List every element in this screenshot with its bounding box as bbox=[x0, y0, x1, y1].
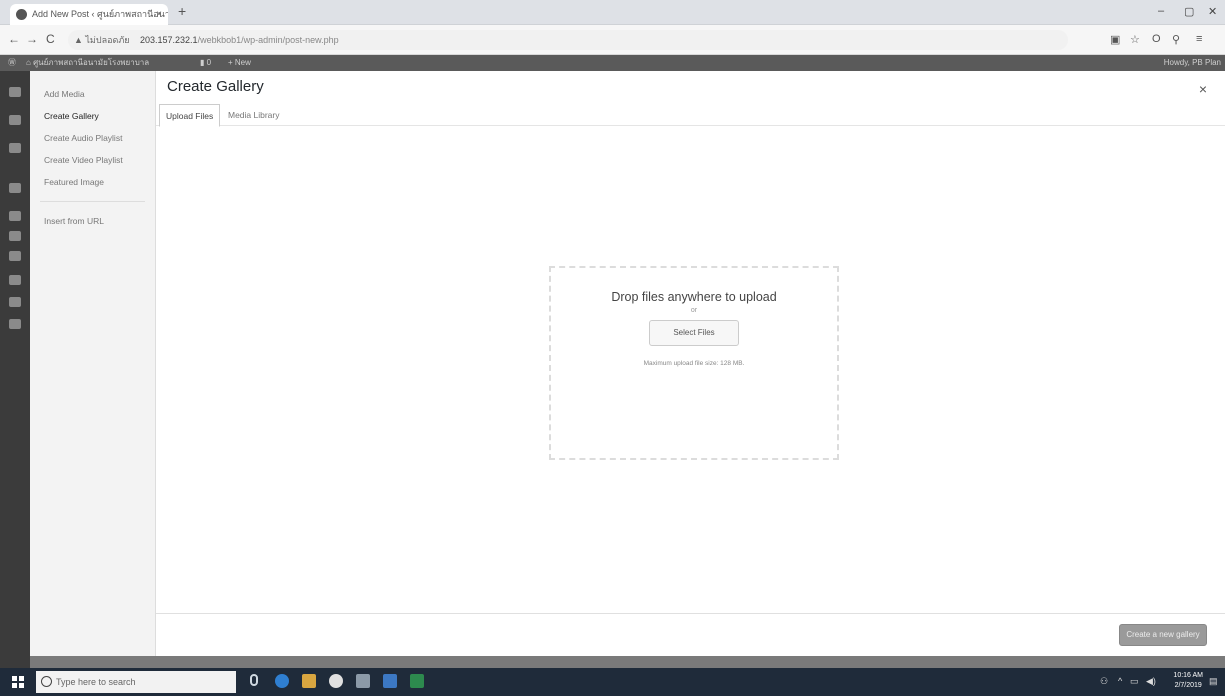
menu-item-add-media[interactable]: Add Media bbox=[30, 83, 155, 105]
wordpress-logo-icon[interactable]: Ⓦ bbox=[8, 55, 16, 71]
windows-taskbar: Type here to search ⚇ ^ ▭ ◀) 10:16 AM 2/… bbox=[0, 668, 1225, 696]
address-bar[interactable]: ▲ ไม่ปลอดภัย 203.157.232.1/webkbob1/wp-a… bbox=[68, 30, 1068, 50]
maximize-button[interactable]: ▢ bbox=[1184, 5, 1194, 18]
window-close-button[interactable]: ✕ bbox=[1208, 5, 1217, 18]
translate-icon[interactable]: ▣ bbox=[1110, 33, 1120, 46]
pages-icon[interactable] bbox=[9, 183, 21, 193]
reload-button[interactable]: C bbox=[46, 32, 55, 46]
menu-item-create-video-playlist[interactable]: Create Video Playlist bbox=[30, 149, 155, 171]
windows-start-icon[interactable] bbox=[12, 676, 24, 688]
tab-upload-files[interactable]: Upload Files bbox=[159, 104, 221, 127]
menu-item-insert-from-url[interactable]: Insert from URL bbox=[30, 210, 155, 232]
upload-or-text: or bbox=[690, 307, 698, 314]
create-gallery-button[interactable]: Create a new gallery bbox=[1119, 624, 1207, 646]
menu-item-featured-image[interactable]: Featured Image bbox=[30, 171, 155, 193]
admin-footer bbox=[30, 656, 1225, 668]
comments-icon[interactable] bbox=[9, 211, 21, 221]
clock-time: 10:16 AM bbox=[1173, 672, 1203, 679]
comments-count: 0 bbox=[206, 58, 212, 67]
tab-media-library[interactable]: Media Library bbox=[222, 104, 286, 127]
minimize-button[interactable]: – bbox=[1158, 5, 1164, 17]
media-menu: Add Media Create Gallery Create Audio Pl… bbox=[30, 71, 156, 656]
search-placeholder: Type here to search bbox=[56, 677, 136, 687]
url-host: 203.157.232.1 bbox=[140, 35, 198, 45]
tray-chevron-icon[interactable]: ^ bbox=[1118, 676, 1122, 686]
site-name: ศูนย์ภาพสถานีอนามัยโรงพยาบาล bbox=[33, 58, 150, 67]
upload-instructions: Drop files anywhere to upload bbox=[611, 290, 777, 304]
plugins-icon[interactable] bbox=[9, 251, 21, 261]
menu-separator bbox=[40, 201, 145, 202]
appearance-icon[interactable] bbox=[9, 231, 21, 241]
howdy-user-link[interactable]: Howdy, PB Plan bbox=[1164, 55, 1221, 71]
microphone-icon[interactable] bbox=[250, 674, 258, 686]
tools-icon[interactable] bbox=[9, 297, 21, 307]
media-modal: Add Media Create Gallery Create Audio Pl… bbox=[30, 71, 1225, 656]
media-router: Upload Files Media Library bbox=[156, 101, 1225, 127]
browser-tabstrip: Add New Post ‹ ศูนย์ภาพสถานีอนามัยฯ — × … bbox=[0, 0, 1225, 25]
select-files-button[interactable]: Select Files bbox=[649, 320, 739, 346]
settings-icon[interactable] bbox=[9, 319, 21, 329]
cortana-icon bbox=[41, 676, 52, 687]
back-button[interactable]: ← bbox=[8, 32, 20, 46]
edge-icon[interactable] bbox=[275, 674, 289, 688]
forward-button[interactable]: → bbox=[26, 32, 38, 46]
taskbar-clock[interactable]: 10:16 AM 2/7/2019 bbox=[1173, 671, 1203, 691]
max-upload-size: Maximum upload file size: 128 MB. bbox=[643, 360, 745, 367]
clock-date: 2/7/2019 bbox=[1174, 682, 1202, 689]
tab-close-icon[interactable]: × bbox=[156, 4, 162, 25]
excel-icon[interactable] bbox=[410, 674, 424, 688]
network-icon[interactable]: ▭ bbox=[1130, 676, 1139, 687]
volume-icon[interactable]: ◀) bbox=[1146, 676, 1156, 687]
dashboard-icon[interactable] bbox=[9, 87, 21, 97]
wp-admin-menu bbox=[0, 71, 30, 668]
site-favicon-icon bbox=[16, 9, 27, 20]
comments-link[interactable]: ▮ 0 bbox=[200, 55, 211, 71]
app2-icon[interactable] bbox=[383, 674, 397, 688]
wp-admin-bar: Ⓦ ⌂ ศูนย์ภาพสถานีอนามัยโรงพยาบาล ▮ 0 + N… bbox=[0, 55, 1225, 71]
notifications-icon[interactable]: ▤ bbox=[1209, 676, 1218, 687]
chrome-icon[interactable] bbox=[329, 674, 343, 688]
browser-toolbar: ← → C ▲ ไม่ปลอดภัย 203.157.232.1/webkbob… bbox=[0, 25, 1225, 55]
file-explorer-icon[interactable] bbox=[302, 674, 316, 688]
media-toolbar: Create a new gallery bbox=[156, 613, 1225, 656]
posts-icon[interactable] bbox=[9, 115, 21, 125]
bookmark-star-icon[interactable]: ☆ bbox=[1130, 33, 1140, 46]
menu-item-create-audio-playlist[interactable]: Create Audio Playlist bbox=[30, 127, 155, 149]
taskbar-search-input[interactable]: Type here to search bbox=[36, 671, 236, 693]
site-name-link[interactable]: ⌂ ศูนย์ภาพสถานีอนามัยโรงพยาบาล bbox=[26, 55, 149, 71]
close-icon[interactable]: × bbox=[1199, 81, 1207, 97]
menu-item-create-gallery[interactable]: Create Gallery bbox=[30, 105, 155, 127]
modal-title: Create Gallery bbox=[167, 78, 264, 95]
new-tab-button[interactable]: + bbox=[178, 3, 186, 19]
upload-dropzone[interactable]: Drop files anywhere to upload or Select … bbox=[549, 266, 839, 460]
not-secure-indicator[interactable]: ▲ ไม่ปลอดภัย bbox=[74, 30, 130, 50]
menu-icon[interactable]: ≡ bbox=[1196, 33, 1202, 45]
people-icon[interactable]: ⚇ bbox=[1100, 676, 1108, 687]
browser-tab-title: Add New Post ‹ ศูนย์ภาพสถานีอนามัยฯ — bbox=[32, 9, 168, 19]
opera-icon[interactable]: O bbox=[1152, 33, 1161, 45]
url-path: /webkbob1/wp-admin/post-new.php bbox=[197, 35, 339, 45]
new-content-link[interactable]: + New bbox=[228, 55, 251, 71]
extension-icon[interactable]: ⚲ bbox=[1172, 33, 1180, 46]
media-icon[interactable] bbox=[9, 143, 21, 153]
app-icon[interactable] bbox=[356, 674, 370, 688]
browser-tab[interactable]: Add New Post ‹ ศูนย์ภาพสถานีอนามัยฯ — × bbox=[10, 4, 168, 25]
users-icon[interactable] bbox=[9, 275, 21, 285]
